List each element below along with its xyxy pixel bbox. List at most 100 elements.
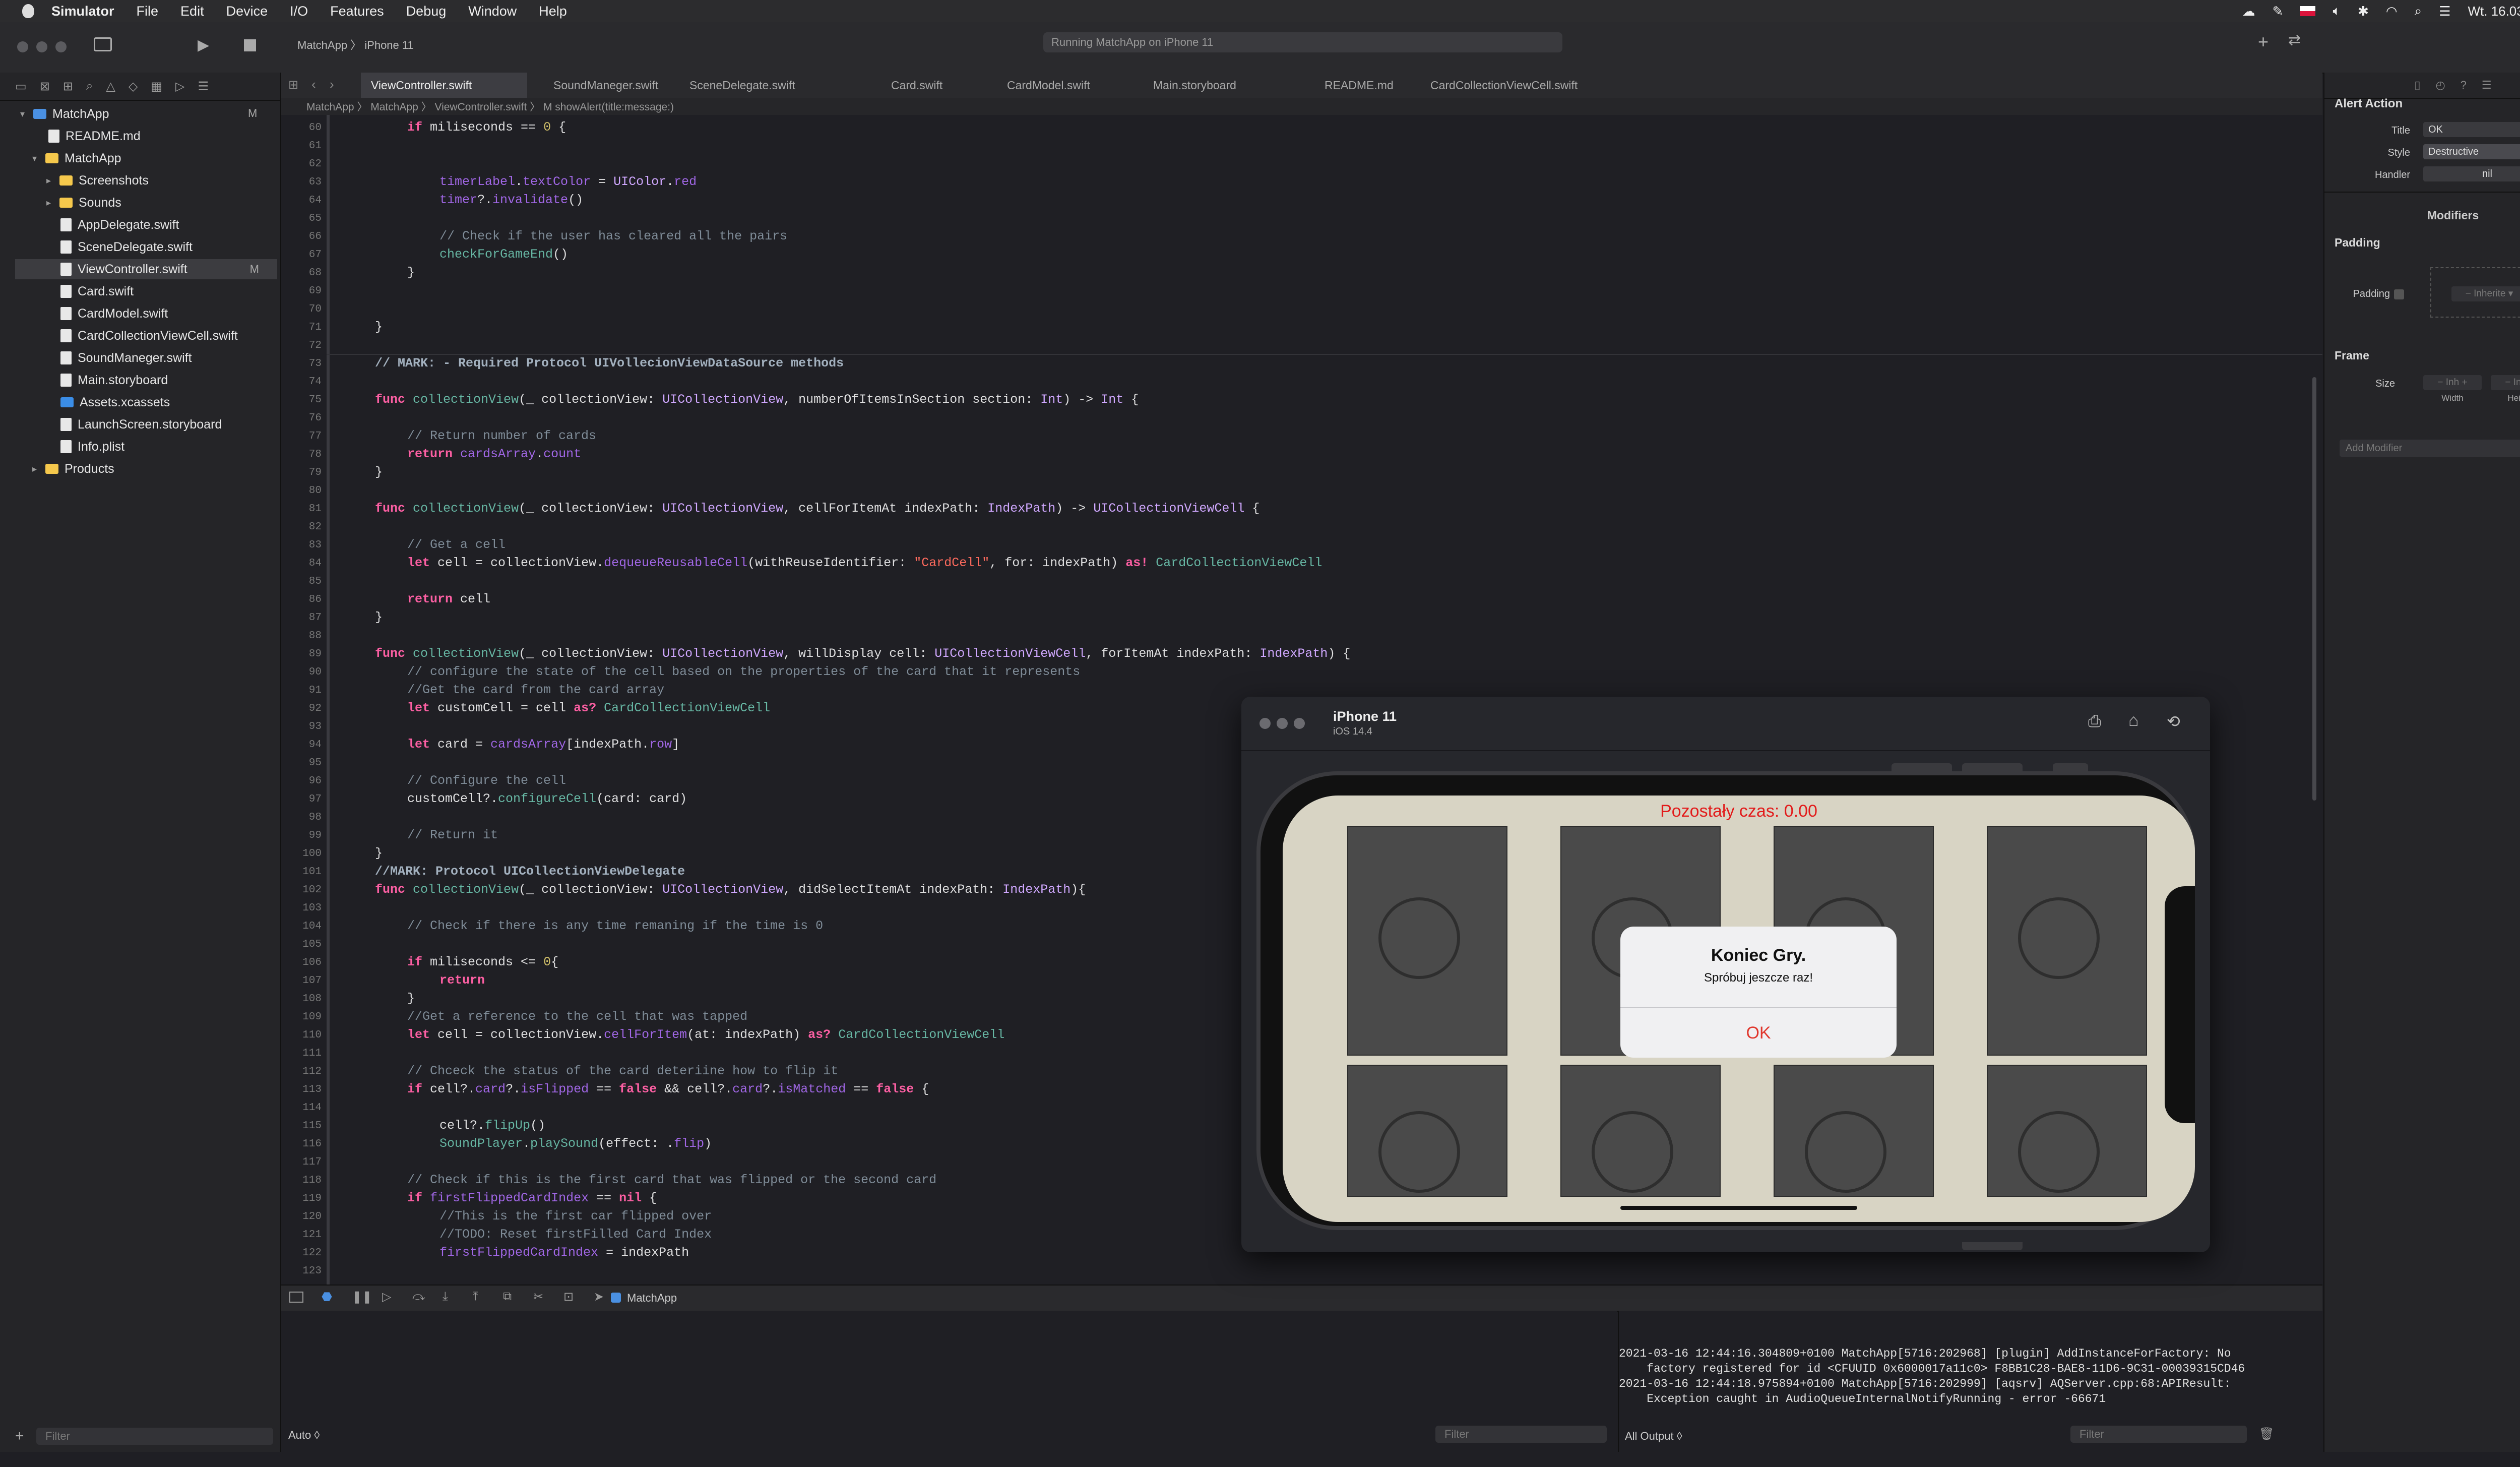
screenshot-icon[interactable]: ⎙ [2088,712,2101,731]
close-window-button[interactable] [17,41,28,52]
tab-scenedelegate[interactable]: SceneDelegate.swift [679,73,805,98]
nav-item-project[interactable]: ▾ MatchApp [20,104,109,124]
search-icon[interactable]: ⌕ [2415,3,2422,19]
trash-icon[interactable]: 🗑︎ [2259,1427,2274,1442]
location-icon[interactable]: ➤ [594,1290,604,1304]
card-back[interactable] [1987,1065,2147,1197]
add-file-icon[interactable]: + [15,1428,24,1445]
step-out-icon[interactable]: ⤒ [473,1290,478,1304]
menu-device[interactable]: Device [226,4,268,19]
hierarchy-icon[interactable]: ⊞ [63,79,73,94]
cloud-icon[interactable]: ☁ [2242,4,2255,19]
power-button[interactable] [1962,1242,2023,1250]
flag-icon[interactable] [2300,6,2316,16]
hide-debug-icon[interactable] [289,1292,303,1303]
sidebar-toggle-icon[interactable] [94,37,112,51]
card-back[interactable] [1987,826,2147,1056]
pen-icon[interactable]: ✎ [2273,4,2284,19]
minimize-window-button[interactable] [1277,718,1288,729]
add-icon[interactable]: + [2258,31,2269,52]
nav-item-assets[interactable]: Assets.xcassets [60,392,170,412]
volume-icon[interactable]: 🔈︎ [2333,3,2341,19]
nav-item-screenshots[interactable]: ▸ Screenshots [46,170,149,191]
menu-file[interactable]: File [137,4,159,19]
continue-icon[interactable]: ▷ [382,1290,391,1304]
navigator-filter[interactable]: Filter [36,1428,273,1445]
variables-filter[interactable]: Filter [1435,1426,1607,1443]
menu-app-name[interactable]: Simulator [51,4,114,19]
bluetooth-icon[interactable]: ✱ [2358,4,2369,19]
find-icon[interactable]: ⌕ [86,79,93,93]
nav-item-matchapp-folder[interactable]: ▾ MatchApp [32,148,121,168]
step-over-icon[interactable]: ⤼ [412,1290,425,1304]
console-filter[interactable]: Filter [2070,1426,2247,1443]
padding-select[interactable]: − Inherite ▾ [2451,286,2520,301]
disclosure-icon[interactable]: ▸ [46,198,53,208]
nav-item-infoplist[interactable]: Info.plist [60,437,124,457]
clock[interactable]: Wt. 16.03 12:44 [2468,4,2520,19]
minimize-window-button[interactable] [36,41,47,52]
tab-cardmodel[interactable]: CardModel.swift [997,73,1100,98]
padding-checkbox[interactable] [2394,289,2404,299]
view-debugger-icon[interactable]: ⧉ [503,1290,512,1304]
alert-ok-button[interactable]: OK [1620,1008,1897,1058]
report-icon[interactable]: ☰ [198,79,209,94]
debug-target[interactable]: MatchApp [627,1292,677,1305]
tab-cardcell[interactable]: CardCollectionViewCell.swift [1420,73,1588,98]
card-back[interactable] [1347,826,1507,1056]
source-control-icon[interactable]: ⊠ [40,79,50,94]
disclosure-icon[interactable]: ▾ [32,153,39,164]
auto-selector[interactable]: Auto ◊ [288,1429,320,1442]
zoom-window-button[interactable] [55,41,67,52]
code-review-icon[interactable]: ⇄ [2288,31,2301,49]
tab-readme[interactable]: README.md [1314,73,1404,98]
nav-item-cardmodel[interactable]: CardModel.swift [60,303,168,324]
file-inspector-icon[interactable]: ▯ [2414,79,2420,92]
disclosure-icon[interactable]: ▾ [20,109,27,119]
breakpoint-icon[interactable]: ▷ [175,79,184,94]
forward-icon[interactable]: › [330,77,334,92]
handler-field[interactable]: nil [2423,166,2520,181]
card-back[interactable] [1560,1065,1721,1197]
help-icon[interactable]: ? [2461,79,2467,92]
nav-item-main-storyboard[interactable]: Main.storyboard [60,370,168,390]
menu-edit[interactable]: Edit [180,4,204,19]
menu-debug[interactable]: Debug [406,4,447,19]
control-center-icon[interactable]: ☰ [2439,4,2450,19]
nav-item-products[interactable]: ▸ Products [32,459,114,479]
nav-item-scenedelegate[interactable]: SceneDelegate.swift [60,237,193,257]
card-back[interactable] [1774,1065,1934,1197]
app-screen[interactable]: Pozostały czas: 0.00 Koniec Gry. Spróbuj… [1283,796,2195,1222]
menu-features[interactable]: Features [330,4,384,19]
menu-window[interactable]: Window [468,4,517,19]
apple-icon[interactable] [22,4,34,18]
home-icon[interactable]: ⌂ [2128,711,2139,730]
history-icon[interactable]: ◴ [2435,79,2445,92]
nav-item-soundmanager[interactable]: SoundManeger.swift [60,348,192,368]
card-back[interactable] [1347,1065,1507,1197]
memory-graph-icon[interactable]: ✂ [533,1290,543,1304]
run-button[interactable]: ▶ [198,36,209,54]
folder-icon[interactable]: ▭ [15,79,27,94]
close-window-button[interactable] [1259,718,1271,729]
title-field[interactable]: OK [2423,122,2520,137]
style-select[interactable]: Destructive⇕ [2423,144,2520,159]
environment-icon[interactable]: ⊡ [563,1290,574,1304]
jump-bar[interactable]: MatchApp 〉 MatchApp 〉 ViewController.swi… [281,98,2322,115]
breakpoints-icon[interactable]: ⬣ [322,1290,332,1304]
nav-item-readme[interactable]: README.md [48,126,141,146]
step-in-icon[interactable]: ⤓ [443,1290,448,1304]
editor-scrollbar[interactable] [2312,377,2316,801]
debug-icon[interactable]: ▦ [151,79,162,94]
tab-card[interactable]: Card.swift [881,73,953,98]
scheme-selector[interactable]: MatchApp 〉 iPhone 11 [297,36,414,52]
tab-main-storyboard[interactable]: Main.storyboard [1143,73,1246,98]
tab-soundmanager[interactable]: SoundManeger.swift [543,73,668,98]
width-field[interactable]: − Inh + [2423,375,2482,390]
rotate-icon[interactable]: ⟲ [2167,712,2180,731]
nav-item-cardcell[interactable]: CardCollectionViewCell.swift [60,326,238,346]
disclosure-icon[interactable]: ▸ [32,464,39,474]
add-modifier-field[interactable]: Add Modifier [2340,440,2520,457]
zoom-window-button[interactable] [1294,718,1305,729]
home-indicator[interactable] [1620,1206,1857,1210]
